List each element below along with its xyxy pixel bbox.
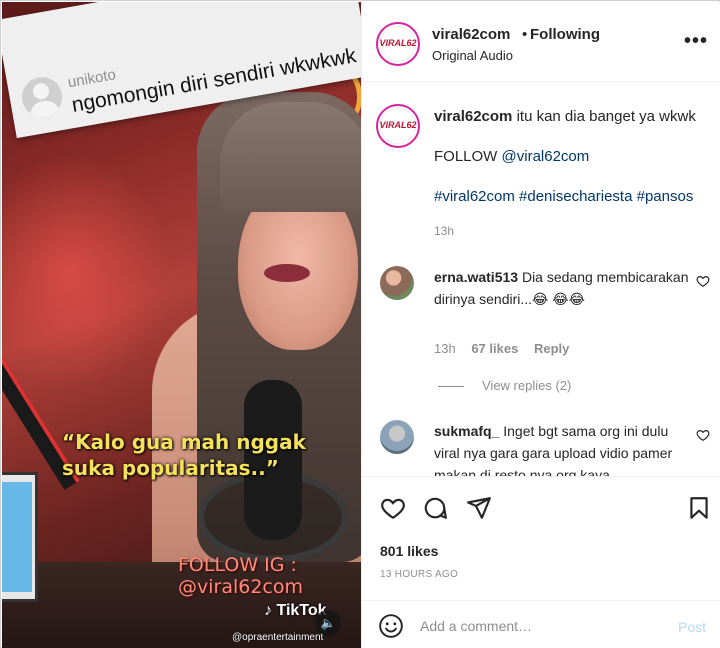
comment-username[interactable]: sukmafq_: [434, 423, 499, 439]
post-likes-count[interactable]: 801 likes: [380, 543, 438, 559]
post-side-panel: VIRAL62 viral62com • Following Original …: [361, 2, 720, 648]
caption-username[interactable]: viral62com: [434, 108, 512, 125]
caption-text: itu kan dia banget ya wkwk: [516, 108, 696, 125]
follow-watermark-line2: @viral62com: [178, 576, 304, 598]
header-separator: •: [522, 26, 528, 43]
view-replies-button[interactable]: View replies (2): [438, 378, 571, 393]
author-avatar[interactable]: VIRAL62: [376, 22, 420, 66]
post-time-ago[interactable]: 13 HOURS AGO: [380, 569, 458, 580]
caption-follow-prefix: FOLLOW: [434, 148, 502, 165]
comment-avatar[interactable]: [380, 266, 414, 300]
post-header: VIRAL62 viral62com • Following Original …: [362, 2, 720, 82]
tiktok-logo-icon: ♪: [264, 602, 272, 619]
comment-like-icon[interactable]: [696, 274, 710, 288]
author-username[interactable]: viral62com: [432, 26, 510, 43]
share-paper-plane-icon[interactable]: [466, 495, 492, 521]
comment-avatar[interactable]: [380, 420, 414, 454]
comment-input[interactable]: [420, 613, 660, 639]
comment-reply-button[interactable]: Reply: [534, 341, 569, 356]
caption-hashtags[interactable]: #viral62com #denisechariesta #pansos: [434, 188, 693, 205]
post-video[interactable]: unikoto ngomongin diri sendiri wkwkwk “K…: [2, 2, 361, 648]
instagram-post-frame: unikoto ngomongin diri sendiri wkwkwk “K…: [0, 0, 720, 648]
more-options-icon[interactable]: •••: [684, 30, 708, 53]
comment-likes[interactable]: 67 likes: [471, 341, 518, 356]
comments-scroll-area[interactable]: VIRAL62 viral62com itu kan dia banget ya…: [362, 82, 720, 476]
comment-time[interactable]: 13h: [434, 341, 456, 356]
comment-username[interactable]: erna.wati513: [434, 269, 518, 285]
background-glow: [2, 152, 172, 392]
caption-follow-line: FOLLOW @viral62com: [434, 148, 589, 165]
caption-mention-link[interactable]: @viral62com: [502, 148, 590, 165]
comment-meta: 13h 67 likes Reply: [434, 341, 581, 356]
emoji-smiley-icon[interactable]: [378, 613, 404, 639]
avatar-brand-text: VIRAL62: [379, 38, 417, 48]
audio-label[interactable]: Original Audio: [432, 48, 513, 63]
comment-body: sukmafq_ Inget bgt sama org ini dulu vir…: [434, 420, 690, 476]
post-actions: 801 likes 13 HOURS AGO: [362, 476, 720, 600]
like-heart-icon[interactable]: [380, 495, 406, 521]
person-mouth: [264, 264, 310, 282]
comment-bubble-icon[interactable]: [422, 495, 448, 521]
following-button[interactable]: Following: [530, 26, 600, 43]
tiktok-credit: @opraentertainment: [232, 632, 324, 643]
video-quote-caption: “Kalo gua mah nggak suka popularitas..”: [62, 430, 306, 480]
comment-like-icon[interactable]: [696, 428, 710, 442]
comment-body: erna.wati513 Dia sedang membicarakan dir…: [434, 266, 694, 310]
caption-avatar-brand-text: VIRAL62: [379, 120, 417, 130]
caption-line: viral62com itu kan dia banget ya wkwk: [434, 108, 704, 125]
mute-button[interactable]: 🔈: [315, 610, 341, 636]
overlay-comment-avatar: [18, 73, 66, 121]
caption-author-avatar[interactable]: VIRAL62: [376, 104, 420, 148]
speaker-icon: 🔈: [320, 616, 336, 630]
post-comment-button[interactable]: Post: [678, 619, 706, 635]
follow-watermark-line1: FOLLOW IG :: [178, 554, 297, 576]
add-comment-bar: Post: [362, 600, 720, 648]
laptop-screen: [2, 482, 32, 592]
save-bookmark-icon[interactable]: [686, 495, 712, 521]
caption-timestamp[interactable]: 13h: [434, 224, 454, 238]
video-follow-watermark: FOLLOW IG : @viral62com: [178, 554, 308, 598]
person-bangs: [220, 102, 361, 212]
